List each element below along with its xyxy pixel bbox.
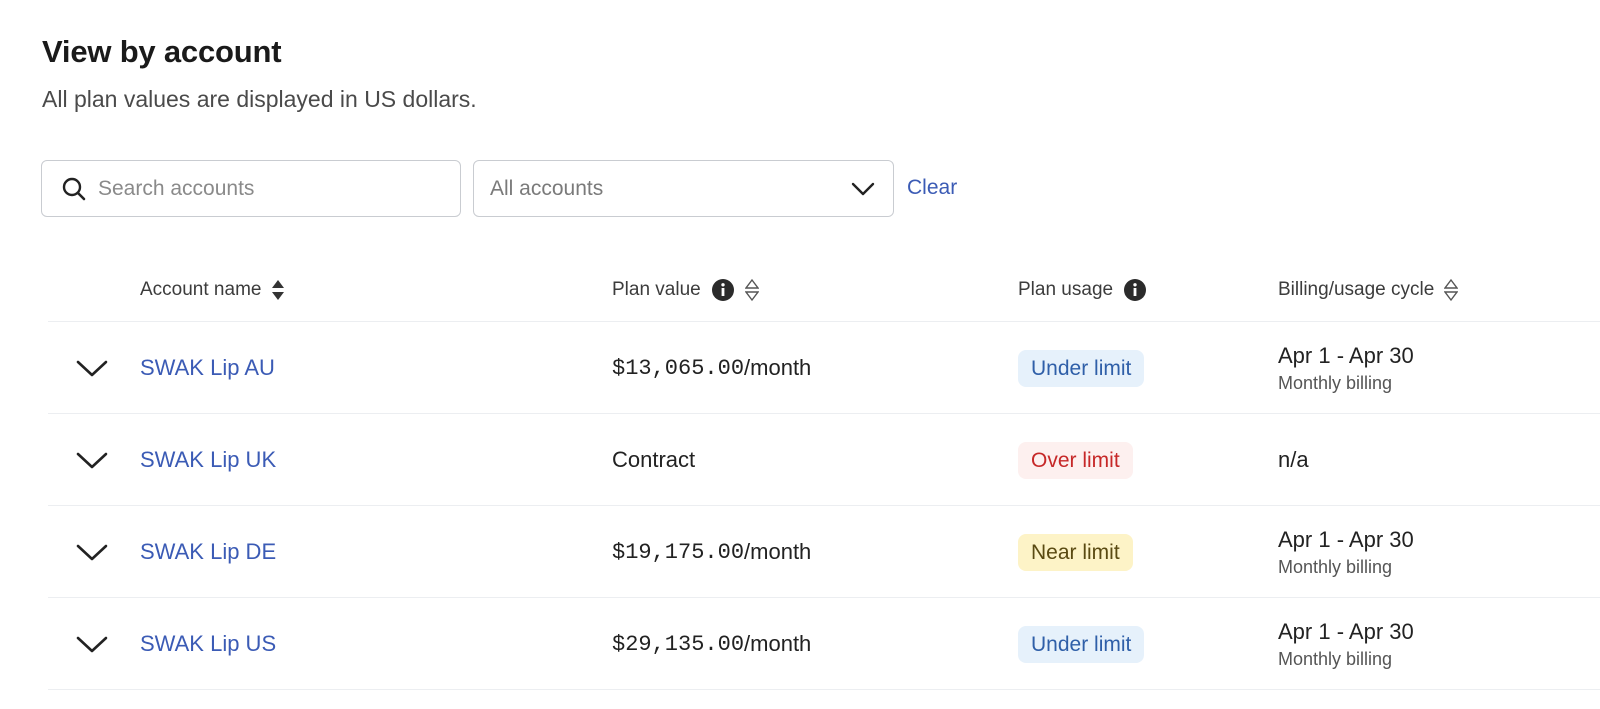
column-label: Plan usage xyxy=(1018,279,1114,300)
page-title: View by account xyxy=(42,34,282,69)
plan-usage: Under limit xyxy=(1018,598,1145,690)
status-badge: Near limit xyxy=(1018,533,1133,571)
billing-cycle: Apr 1 - Apr 30 Monthly billing xyxy=(1278,598,1414,690)
select-value: All accounts xyxy=(490,176,604,200)
table-row: SWAK Lip US $29,135.00/month Under limit… xyxy=(48,598,1600,690)
info-icon[interactable] xyxy=(711,278,735,302)
status-badge: Under limit xyxy=(1018,625,1145,663)
plan-suffix: Contract xyxy=(612,447,696,472)
chevron-down-icon[interactable] xyxy=(74,414,110,506)
column-header-account-name[interactable]: Account name xyxy=(140,278,285,302)
account-link[interactable]: SWAK Lip AU xyxy=(140,322,275,414)
plan-amount: $13,065.00 xyxy=(612,355,745,381)
plan-usage: Under limit xyxy=(1018,322,1145,414)
sort-icon[interactable] xyxy=(744,278,759,302)
status-badge: Under limit xyxy=(1018,349,1145,387)
cycle-type: Monthly billing xyxy=(1278,556,1393,577)
info-icon[interactable] xyxy=(1123,278,1147,302)
search-icon xyxy=(60,175,88,203)
plan-usage: Over limit xyxy=(1018,414,1133,506)
page-subtitle: All plan values are displayed in US doll… xyxy=(42,86,477,112)
plan-value: $13,065.00/month xyxy=(612,322,811,414)
plan-amount: $19,175.00 xyxy=(612,539,745,565)
plan-amount: $29,135.00 xyxy=(612,631,745,657)
column-label: Billing/usage cycle xyxy=(1278,279,1435,300)
account-link[interactable]: SWAK Lip UK xyxy=(140,414,276,506)
column-header-plan-usage: Plan usage xyxy=(1018,278,1147,302)
plan-value: $29,135.00/month xyxy=(612,598,811,690)
sort-icon[interactable] xyxy=(1444,278,1459,302)
account-link[interactable]: SWAK Lip US xyxy=(140,598,276,690)
plan-usage: Near limit xyxy=(1018,506,1133,598)
plan-suffix: /month xyxy=(744,539,812,564)
column-header-billing-cycle[interactable]: Billing/usage cycle xyxy=(1278,278,1459,302)
accounts-page: View by account All plan values are disp… xyxy=(0,0,1600,709)
cycle-type: Monthly billing xyxy=(1278,648,1393,669)
search-input[interactable] xyxy=(98,176,438,201)
table-row: SWAK Lip AU $13,065.00/month Under limit… xyxy=(48,322,1600,414)
table-row: SWAK Lip DE $19,175.00/month Near limit … xyxy=(48,506,1600,598)
sort-icon[interactable] xyxy=(271,278,285,302)
search-field[interactable] xyxy=(41,160,461,217)
accounts-table: Account name Plan value Plan usage Billi… xyxy=(48,262,1600,690)
account-link[interactable]: SWAK Lip DE xyxy=(140,506,276,598)
table-row: SWAK Lip UK Contract Over limit n/a xyxy=(48,414,1600,506)
billing-cycle: Apr 1 - Apr 30 Monthly billing xyxy=(1278,322,1414,414)
cycle-type: Monthly billing xyxy=(1278,372,1393,393)
column-header-plan-value[interactable]: Plan value xyxy=(612,278,759,302)
chevron-down-icon[interactable] xyxy=(74,506,110,598)
billing-cycle: n/a xyxy=(1278,414,1309,506)
column-label: Plan value xyxy=(612,279,701,300)
chevron-down-icon[interactable] xyxy=(74,598,110,690)
chevron-down-icon[interactable] xyxy=(74,322,110,414)
cycle-range: Apr 1 - Apr 30 xyxy=(1278,342,1414,368)
plan-value: $19,175.00/month xyxy=(612,506,811,598)
account-filter-select[interactable]: All accounts xyxy=(473,160,894,217)
table-header: Account name Plan value Plan usage Billi… xyxy=(48,262,1600,322)
cycle-range: Apr 1 - Apr 30 xyxy=(1278,526,1414,552)
status-badge: Over limit xyxy=(1018,441,1133,479)
chevron-down-icon xyxy=(849,175,877,203)
cycle-range: Apr 1 - Apr 30 xyxy=(1278,618,1414,644)
plan-suffix: /month xyxy=(744,355,812,380)
plan-value: Contract xyxy=(612,414,695,506)
cycle-range: n/a xyxy=(1278,447,1309,472)
clear-button[interactable]: Clear xyxy=(907,176,957,200)
billing-cycle: Apr 1 - Apr 30 Monthly billing xyxy=(1278,506,1414,598)
plan-suffix: /month xyxy=(744,631,812,656)
column-label: Account name xyxy=(140,279,262,300)
